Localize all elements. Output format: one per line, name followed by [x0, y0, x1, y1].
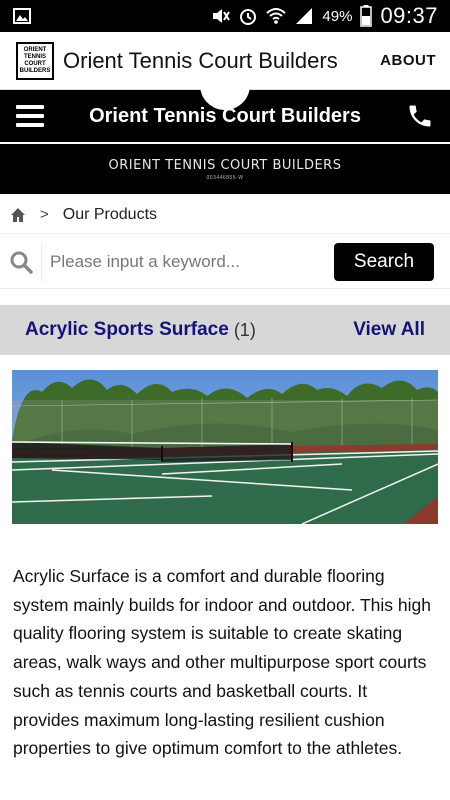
logo-line: BUILDERS — [19, 67, 51, 74]
search-input[interactable] — [41, 241, 326, 282]
search-bar: Search — [0, 235, 450, 289]
image-icon — [13, 8, 31, 24]
category-title[interactable]: Acrylic Sports Surface — [25, 319, 229, 341]
breadcrumb-current[interactable]: Our Products — [63, 206, 157, 224]
alarm-icon — [240, 9, 257, 25]
clock: 09:37 — [380, 3, 438, 28]
home-icon[interactable] — [10, 207, 26, 223]
menu-icon[interactable] — [16, 105, 44, 127]
wifi-icon — [266, 8, 287, 24]
logo-line: COURT — [24, 60, 46, 67]
about-button[interactable]: ABOUT — [380, 52, 436, 69]
phone-icon[interactable] — [406, 102, 434, 130]
banner-registration: 003446855-W — [206, 174, 244, 181]
category-count: (1) — [233, 319, 256, 340]
app-title: Orient Tennis Court Builders — [63, 47, 338, 73]
search-button[interactable]: Search — [334, 242, 434, 281]
battery-percent: 49% — [322, 7, 353, 25]
banner-title: ORIENT TENNIS COURT BUILDERS — [108, 157, 342, 173]
status-bar: 49% 09:37 — [0, 0, 450, 32]
signal-icon — [296, 8, 313, 24]
product-image[interactable] — [12, 370, 438, 524]
breadcrumb-separator: > — [40, 206, 49, 223]
app-logo: ORIENT TENNIS COURT BUILDERS — [16, 41, 54, 80]
category-header: Acrylic Sports Surface (1) View All — [0, 305, 450, 355]
logo-line: TENNIS — [23, 53, 46, 60]
breadcrumb: > Our Products — [0, 196, 450, 234]
product-description: Acrylic Surface is a comfort and durable… — [13, 566, 431, 759]
view-all-link[interactable]: View All — [353, 319, 425, 341]
mute-icon — [213, 9, 231, 23]
header-banner: ORIENT TENNIS COURT BUILDERS 003446855-W — [0, 142, 450, 194]
search-icon — [10, 251, 33, 274]
battery-icon — [360, 5, 373, 27]
logo-line: ORIENT — [23, 46, 47, 53]
